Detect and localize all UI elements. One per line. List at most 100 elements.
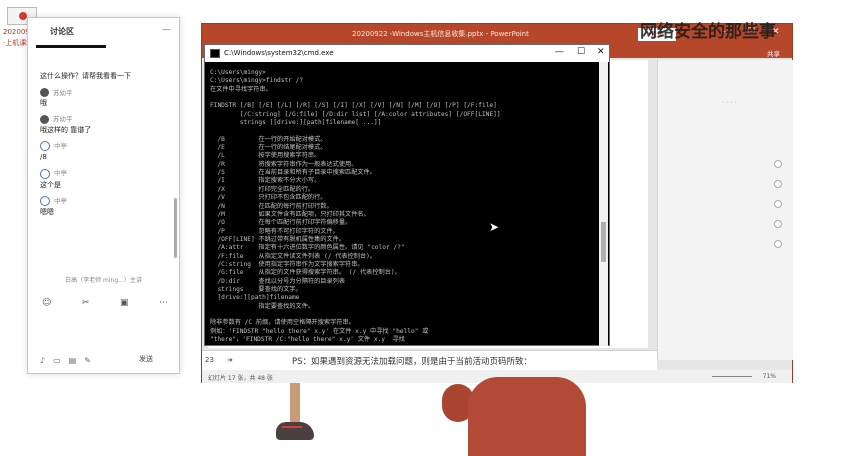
message-text: /8 <box>40 153 47 162</box>
console-line: /B 在一行的开始配对模式。 <box>210 135 327 143</box>
radio-option[interactable] <box>774 160 782 168</box>
panel-toolbar: ☺ ✂ ▣ ⋯ <box>42 298 168 308</box>
zoom-level[interactable]: 71% <box>763 373 776 380</box>
radio-option[interactable] <box>774 220 782 228</box>
message-item: 苏幼平 哦这样的 靠谱了 <box>40 114 176 135</box>
console-line: "there"，'FINDSTR /C:"hello there" x.y' 文… <box>210 336 405 343</box>
maximize-icon[interactable]: ☐ <box>577 47 585 57</box>
notes-text: PS：如果遇到资源无法加载问题，则是由于当前活动页码所致： <box>292 357 533 367</box>
share-screen-icon[interactable]: ▤ <box>69 356 77 365</box>
message-input[interactable] <box>36 329 174 351</box>
radio-option[interactable] <box>774 200 782 208</box>
terminal-icon <box>210 49 220 58</box>
close-icon[interactable]: ✕ <box>597 47 605 57</box>
message-user: 中亭 <box>54 141 67 150</box>
console-line: 在文件中寻找字符串。 <box>210 85 272 93</box>
console-line: 除非参数有 /C 前缀，请使用空格隔开搜索字符串。 <box>210 319 355 327</box>
console-line: /M 如果文件含有匹配项，只打印其文件名。 <box>210 210 370 218</box>
console-line: /O 在每个匹配行前打印字符偏移量。 <box>210 219 352 227</box>
console-line: 指定要查找的文件。 <box>210 302 315 310</box>
message-item: 中亭 嗯嗯 <box>40 196 176 217</box>
message-text: 嗯嗯 <box>40 208 54 217</box>
scrollbar[interactable] <box>174 198 177 258</box>
discussion-title: 讨论区 <box>50 27 74 36</box>
message-text: 哦这样的 靠谱了 <box>40 125 92 134</box>
record-icon <box>19 12 27 20</box>
scissors-icon[interactable]: ✂ <box>82 298 90 308</box>
mouse-cursor-icon: ➤ <box>489 220 500 234</box>
panel-bottom-bar: ♪ ▭ ▤ ✎ <box>40 356 91 365</box>
console-line: /F:file 从指定文件读文件列表 (/ 代表控制台)。 <box>210 252 377 260</box>
console-line: FINDSTR [/B] [/E] [/L] [/R] [/S] [/I] [/… <box>210 102 497 110</box>
message-user: 中亭 <box>54 169 67 178</box>
avatar <box>40 88 49 98</box>
message-text: 这什么操作？请帮我看看一下 <box>40 72 131 80</box>
slide-count: 幻灯片 17 张，共 48 张 <box>208 375 273 382</box>
radio-option[interactable] <box>774 180 782 188</box>
message-item: 中亭 这个是 <box>40 168 176 190</box>
scrollbar[interactable] <box>599 62 608 346</box>
message-text: 哦 <box>40 99 47 108</box>
cmd-window: C:\Windows\system32\cmd.exe — ☐ ✕ C:\Use… <box>204 44 610 346</box>
send-button[interactable]: 发送 <box>139 354 153 364</box>
minimize-icon[interactable]: — <box>555 47 564 57</box>
console-output[interactable]: C:\Users\mingy> C:\Users\mingy>findstr /?… <box>210 69 598 343</box>
cmd-title: C:\Windows\system32\cmd.exe <box>224 49 334 57</box>
watermark-text: 网络安全的那些事 <box>640 22 776 42</box>
mic-icon[interactable]: ♪ <box>40 356 45 365</box>
console-line: /V 只打印不包含匹配的行。 <box>210 194 327 202</box>
slide-number: 23 <box>205 356 214 364</box>
ppt-title: 20200922 -Windows主机信息收集.pptx - PowerPoin… <box>352 30 529 38</box>
console-line: /D:dir 查找以分号为分隔符的目录列表 <box>210 277 346 285</box>
more-icon[interactable]: ⋯ <box>159 298 168 308</box>
console-line: /N 在匹配的每行前打印行数。 <box>210 202 333 210</box>
cmd-titlebar: C:\Windows\system32\cmd.exe — ☐ ✕ <box>205 45 609 62</box>
host-notice: 白高（李老师 ming...）主讲 <box>65 277 142 284</box>
emoji-icon[interactable]: ☺ <box>42 298 51 308</box>
shoe-icon <box>276 422 314 440</box>
console-line: /A:attr 指定有十六进位数字的颜色属性。请见 "color /?" <box>210 244 405 252</box>
message-item: 苏幼平 哦 <box>40 88 176 108</box>
video-icon[interactable]: ▭ <box>53 356 61 365</box>
format-pane: ◦ ◦ ◦ ◦ <box>657 60 793 360</box>
console-line: C:\Users\mingy>findstr /? <box>210 77 304 85</box>
message-item: 这什么操作？请帮我看看一下 <box>40 72 176 81</box>
tab-indicator <box>36 45 106 48</box>
console-line: /R 将搜索字符串作为一般表达式使用。 <box>210 160 358 168</box>
console-line: strings 要查找的文字。 <box>210 285 302 293</box>
console-line: C:\Users\mingy> <box>210 69 266 76</box>
avatar <box>40 141 50 152</box>
console-line: /I 指定搜索不分大小写。 <box>210 177 321 185</box>
arrow-right-icon[interactable]: ➜ <box>227 356 233 364</box>
message-item: 中亭 /8 <box>40 141 176 162</box>
message-list: 这什么操作？请帮我看看一下 苏幼平 哦 苏幼平 哦这样的 靠谱了 中亭 /8 中… <box>40 70 176 224</box>
console-line: /G:file 从指定的文件获得搜索字符串。 (/ 代表控制台)。 <box>210 269 401 277</box>
message-user: 苏幼平 <box>53 88 73 97</box>
discussion-panel: 讨论区 — 这什么操作？请帮我看看一下 苏幼平 哦 苏幼平 哦这样的 靠谱了 中… <box>27 17 180 374</box>
console-line: /L 按字使用搜索字符串。 <box>210 152 321 160</box>
pane-label: ◦ ◦ ◦ ◦ <box>722 101 737 106</box>
discussion-header: 讨论区 — <box>28 18 179 44</box>
console-line: [/C:string] [/G:file] [/D:dir list] [/A:… <box>210 110 501 118</box>
avatar <box>40 196 50 207</box>
console-line: strings [[drive:][path]filename[ ...]] <box>210 119 382 127</box>
share-button[interactable]: 共享 <box>767 48 780 58</box>
message-text: 这个是 <box>40 180 61 189</box>
console-line: /OFF[LINE] 不跳过带有脱机属性集的文件。 <box>210 235 346 243</box>
console-line: 例如：'FINDSTR "hello there" x.y' 在文件 x.y 中… <box>210 327 429 335</box>
notes-pane[interactable]: 23 ➜ PS：如果遇到资源无法加载问题，则是由于当前活动页码所致： <box>202 350 657 370</box>
console-line: /X 打印完全匹配的行。 <box>210 185 315 193</box>
radio-option[interactable] <box>774 240 782 248</box>
scrollbar-thumb[interactable] <box>601 222 606 262</box>
console-line: [drive:][path]filename <box>210 294 300 302</box>
minimize-icon[interactable]: — <box>162 25 171 35</box>
zoom-slider[interactable] <box>712 376 752 377</box>
message-user: 中亭 <box>54 196 67 205</box>
figure-body <box>468 377 586 456</box>
console-line: /C:string 使用指定字符串作为文字搜索字符串。 <box>210 260 364 268</box>
avatar <box>40 114 49 124</box>
settings-icon[interactable]: ✎ <box>84 356 91 365</box>
image-icon[interactable]: ▣ <box>120 298 129 308</box>
